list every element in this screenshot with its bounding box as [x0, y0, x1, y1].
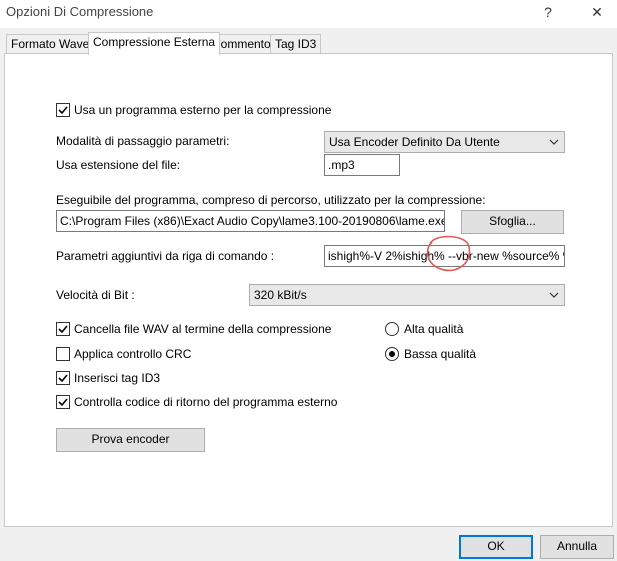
title-bar: Opzioni Di Compressione ? ✕ [0, 0, 617, 28]
chevron-down-icon [549, 292, 559, 298]
executable-value: C:\Program Files (x86)\Exact Audio Copy\… [60, 214, 445, 228]
crc-label: Applica controllo CRC [74, 347, 192, 361]
chevron-down-icon [549, 139, 559, 145]
id3-label: Inserisci tag ID3 [74, 371, 161, 385]
return-code-label: Controlla codice di ritorno del programm… [74, 395, 338, 409]
tab-compressione-esterna[interactable]: Compressione Esterna [88, 32, 221, 55]
bitrate-select[interactable]: 320 kBit/s [249, 284, 565, 306]
window-title: Opzioni Di Compressione [6, 4, 154, 19]
executable-label: Eseguibile del programma, compreso di pe… [56, 193, 486, 207]
delete-wav-checkbox[interactable] [56, 322, 70, 336]
param-mode-select[interactable]: Usa Encoder Definito Da Utente [324, 131, 565, 153]
extension-value: .mp3 [328, 158, 355, 172]
delete-wav-label: Cancella file WAV al termine della compr… [74, 322, 332, 336]
param-mode-label: Modalità di passaggio parametri: [56, 134, 230, 148]
return-code-checkbox[interactable] [56, 395, 70, 409]
bitrate-value: 320 kBit/s [254, 288, 307, 302]
high-quality-label: Alta qualità [404, 322, 464, 336]
tab-formato-wave[interactable]: Formato Wave [6, 34, 95, 54]
low-quality-radio[interactable] [385, 347, 399, 361]
check-icon [58, 374, 68, 383]
red-circle-annotation [426, 235, 471, 272]
check-icon [58, 325, 68, 334]
extension-input[interactable]: .mp3 [324, 154, 400, 176]
crc-checkbox[interactable] [56, 347, 70, 361]
help-button[interactable]: ? [526, 0, 570, 24]
use-external-checkbox[interactable] [56, 103, 70, 117]
id3-checkbox[interactable] [56, 371, 70, 385]
test-encoder-button[interactable]: Prova encoder [56, 428, 205, 452]
high-quality-radio[interactable] [385, 322, 399, 336]
ok-button[interactable]: OK [459, 535, 533, 559]
cmdline-label: Parametri aggiuntivi da riga di comando … [56, 249, 275, 263]
bitrate-label: Velocità di Bit : [56, 288, 135, 302]
cancel-button[interactable]: Annulla [540, 535, 614, 559]
executable-input[interactable]: C:\Program Files (x86)\Exact Audio Copy\… [56, 210, 445, 232]
close-button[interactable]: ✕ [575, 0, 617, 24]
extension-label: Usa estensione del file: [56, 158, 181, 172]
tab-tag-id3[interactable]: Tag ID3 [270, 34, 322, 54]
low-quality-label: Bassa qualità [404, 347, 477, 361]
use-external-label: Usa un programma esterno per la compress… [74, 103, 332, 117]
param-mode-value: Usa Encoder Definito Da Utente [329, 135, 500, 149]
check-icon [58, 106, 68, 115]
check-icon [58, 398, 68, 407]
browse-button[interactable]: Sfoglia... [461, 210, 564, 234]
